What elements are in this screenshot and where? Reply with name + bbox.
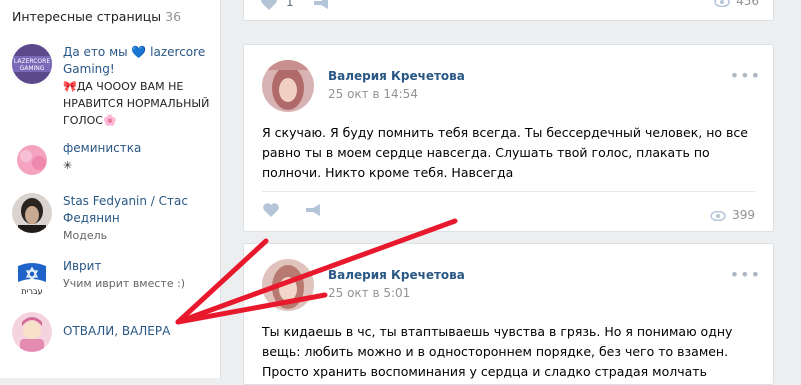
page-name[interactable]: Иврит [63, 258, 215, 275]
page-item[interactable]: LAZERCORE GAMING Да ето мы 💙 lazercore Ga… [12, 44, 217, 130]
post-text: Ты кидаешь в чс, ты втаптываешь чувства … [262, 324, 733, 379]
page-description: ✳ [63, 159, 73, 172]
like-button[interactable] [262, 202, 280, 222]
svg-text:GAMING: GAMING [20, 65, 45, 72]
section-title-text: Интересные страницы [12, 9, 162, 24]
heart-icon [263, 203, 279, 217]
share-button[interactable] [312, 0, 330, 15]
page-description: Модель [63, 229, 108, 242]
page-item[interactable]: Stas Fedyanin / Стас Федянин Модель [12, 193, 217, 243]
megaphone-icon [306, 204, 320, 216]
svg-text:עברית: עברית [21, 287, 42, 296]
interesting-pages-panel: Интересные страницы 36 LAZERCORE GAMING Да… [0, 0, 221, 378]
eye-icon [714, 0, 730, 7]
page-item[interactable]: ОТВАЛИ, ВАЛЕРА [12, 312, 217, 354]
view-count: 456 [714, 0, 759, 8]
section-title[interactable]: Интересные страницы 36 [12, 9, 181, 24]
page-avatar[interactable]: LAZERCORE GAMING [12, 44, 52, 84]
section-count: 36 [165, 9, 182, 24]
scrollbar[interactable] [791, 0, 801, 378]
page-description: Учим иврит вместе :) [63, 277, 186, 290]
page-avatar[interactable]: עברית [12, 258, 52, 298]
page-item[interactable]: עברית Иврит Учим иврит вместе :) [12, 258, 217, 300]
page-name[interactable]: Stas Fedyanin / Стас Федянин [63, 193, 215, 227]
megaphone-icon [314, 0, 328, 9]
post-card-previous: 1 456 [243, 0, 774, 21]
post-date[interactable]: 25 окт в 5:01 [328, 286, 410, 300]
page-name[interactable]: феминистка [63, 140, 215, 157]
author-avatar[interactable] [262, 60, 314, 112]
page-avatar[interactable] [12, 193, 52, 233]
svg-text:LAZERCORE: LAZERCORE [14, 58, 50, 65]
eye-icon [710, 210, 726, 221]
view-count: 399 [710, 208, 755, 222]
share-button[interactable] [304, 202, 322, 222]
like-count: 1 [286, 0, 294, 9]
post-divider [262, 191, 755, 192]
page-avatar[interactable] [12, 140, 52, 180]
more-options-icon[interactable]: ••• [730, 68, 761, 84]
page-description: 🎀ДА ЧОООУ ВАМ НЕ НРАВИТСЯ НОРМАЛЬНЫЙ ГОЛ… [63, 80, 210, 127]
post-date[interactable]: 25 окт в 14:54 [328, 87, 418, 101]
page-avatar[interactable] [12, 312, 52, 352]
post-card: Валерия Кречетова 25 окт в 14:54 ••• Я с… [243, 44, 774, 232]
page-item[interactable]: феминистка ✳ [12, 140, 217, 184]
post-author[interactable]: Валерия Кречетова [328, 268, 465, 282]
page-name[interactable]: Да ето мы 💙 lazercore Gaming! [63, 44, 215, 78]
post-author[interactable]: Валерия Кречетова [328, 69, 465, 83]
heart-icon [261, 0, 277, 10]
more-options-icon[interactable]: ••• [730, 267, 761, 283]
view-count-value: 399 [732, 208, 755, 222]
author-avatar[interactable] [262, 259, 314, 311]
page-name[interactable]: ОТВАЛИ, ВАЛЕРА [63, 323, 215, 340]
view-count-value: 456 [736, 0, 759, 8]
post-card: Валерия Кречетова 25 окт в 5:01 ••• Ты к… [243, 243, 774, 385]
like-button[interactable] [260, 0, 278, 15]
post-text: Я скучаю. Я буду помнить тебя всегда. Ты… [262, 125, 748, 180]
